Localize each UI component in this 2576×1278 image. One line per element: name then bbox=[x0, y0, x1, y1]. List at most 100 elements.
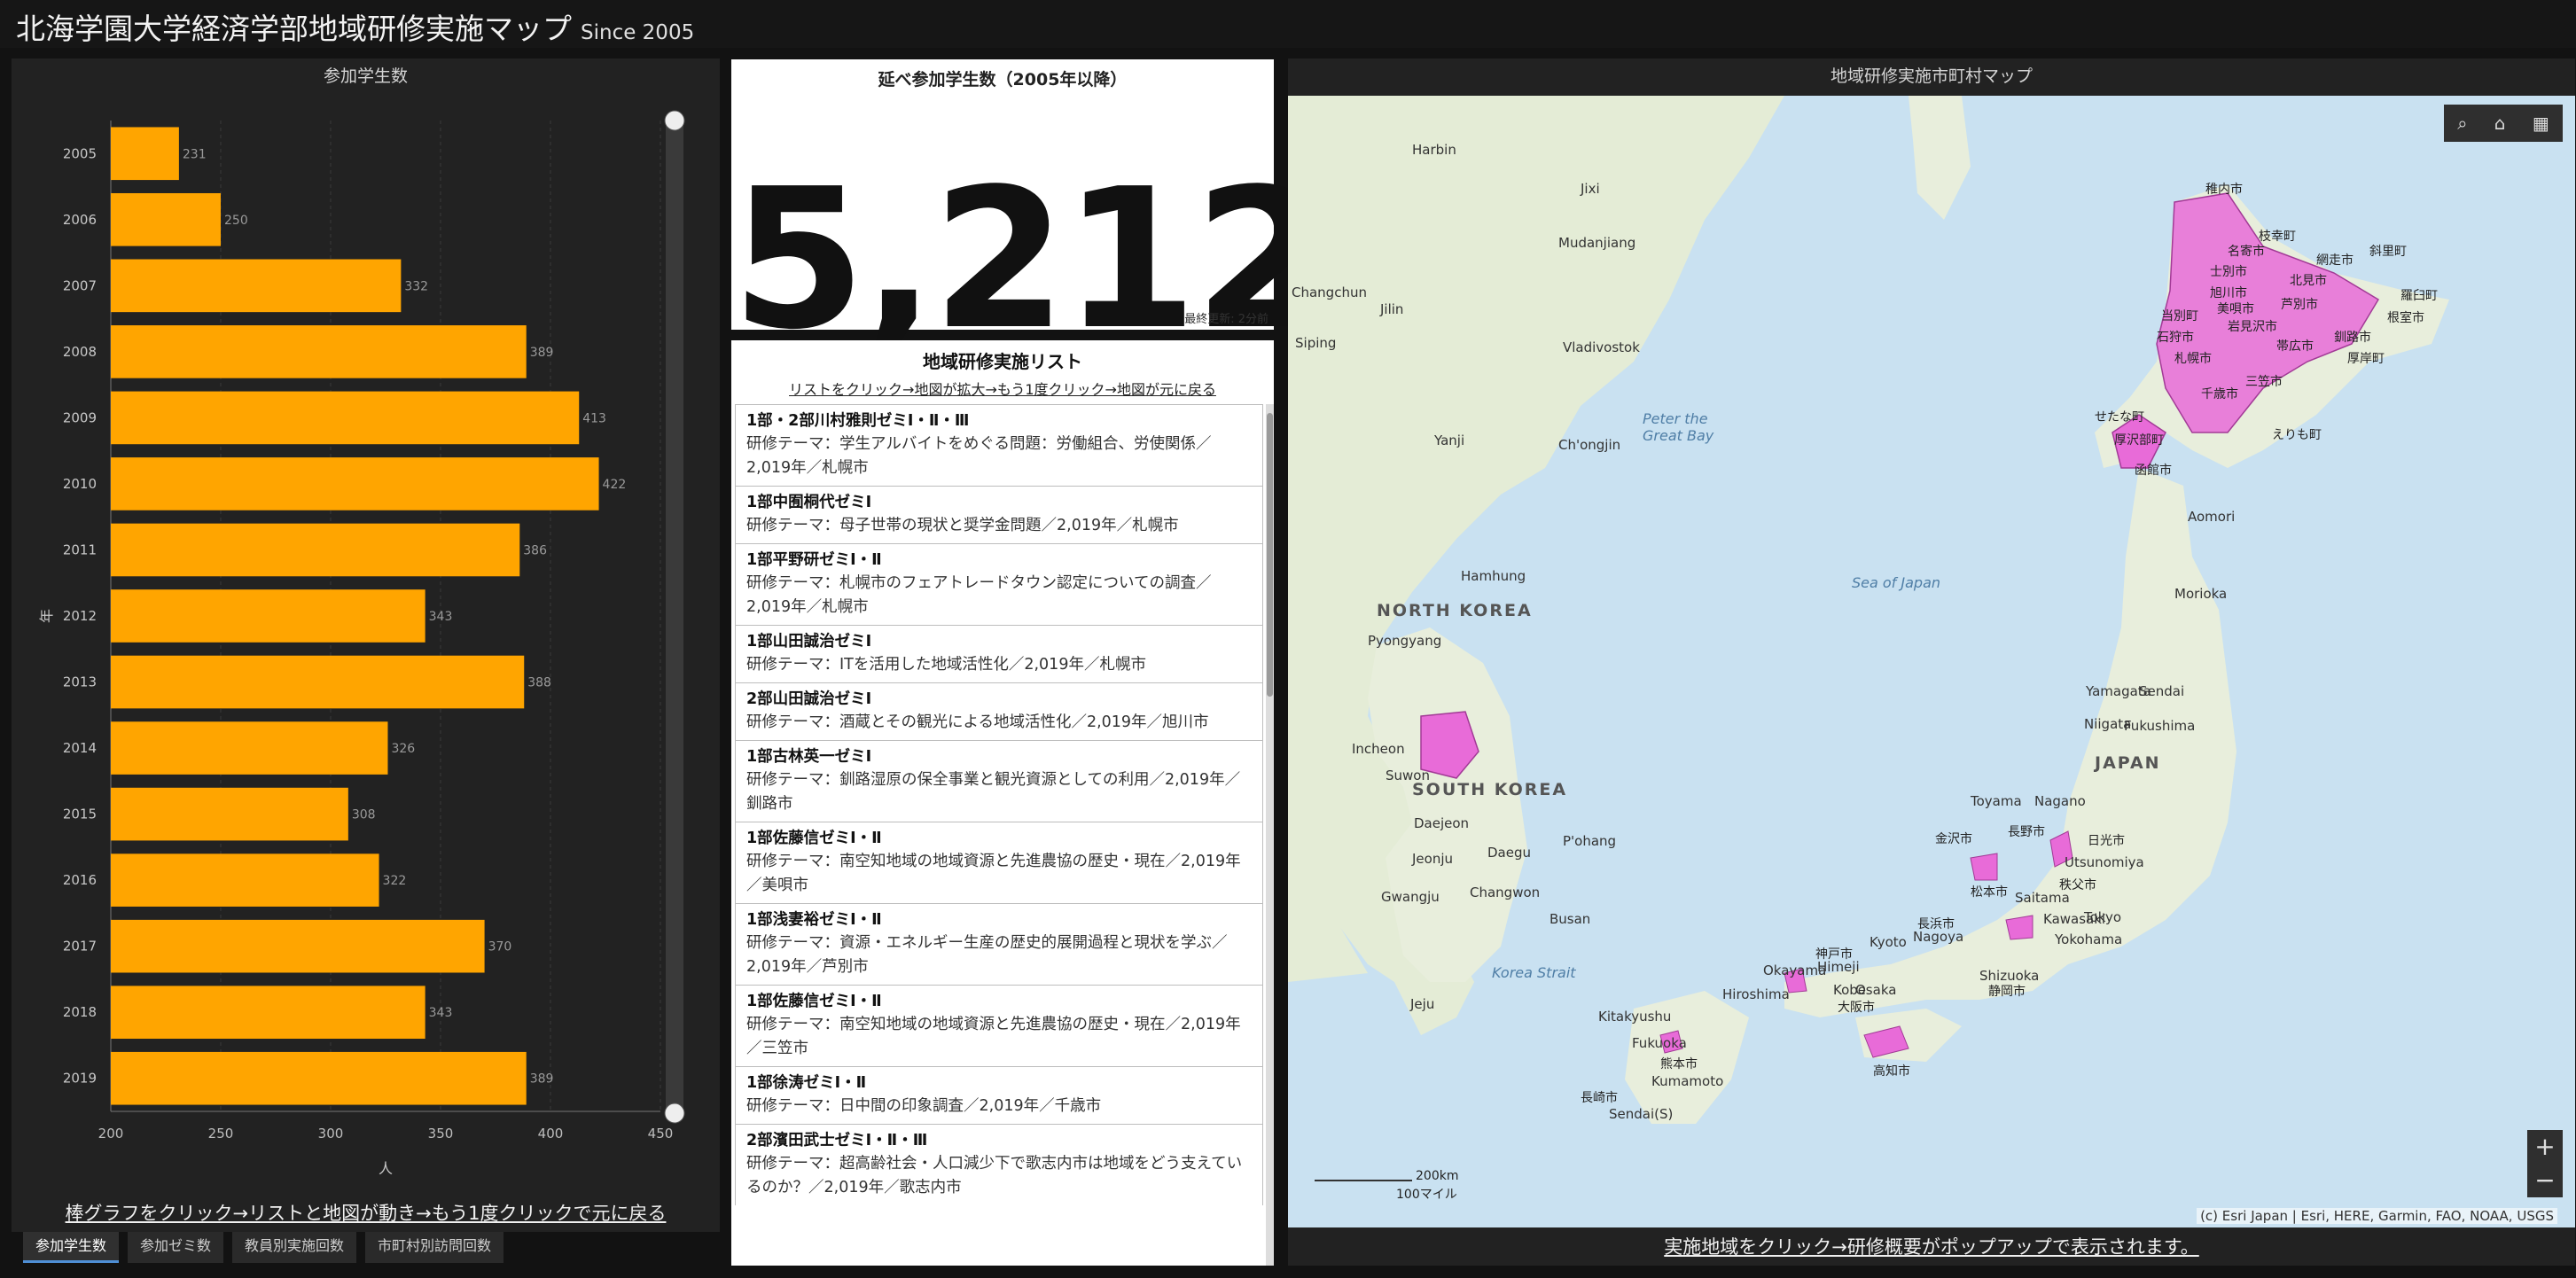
bar[interactable] bbox=[111, 589, 425, 643]
list-scrollbar-thumb[interactable] bbox=[1267, 413, 1273, 697]
tab-seminars[interactable]: 参加ゼミ数 bbox=[128, 1232, 224, 1263]
bar[interactable] bbox=[111, 457, 599, 510]
city-label: Fukushima bbox=[2124, 718, 2196, 734]
zoom-control: + − bbox=[2527, 1130, 2563, 1197]
list-item[interactable]: 1部古林英一ゼミⅠ 研修テーマ：釧路湿原の保全事業と観光資源としての利用／2,01… bbox=[735, 740, 1263, 822]
data-label: 343 bbox=[429, 610, 453, 624]
list-item-title: 1部浅妻裕ゼミⅠ・Ⅱ bbox=[746, 911, 882, 929]
tab-participants[interactable]: 参加学生数 bbox=[23, 1232, 120, 1263]
bar[interactable] bbox=[111, 391, 580, 445]
city-label: Pyongyang bbox=[1368, 633, 1442, 649]
list-item-desc: 研修テーマ：資源・エネルギー生産の歴史的展開過程と現状を学ぶ／2,019年／芦別… bbox=[746, 934, 1228, 976]
chart-instruction-link[interactable]: 棒グラフをクリック→リストと地図が動き→もう1度クリックで元に戻る bbox=[12, 1199, 720, 1226]
city-label: Kawasaki bbox=[2043, 911, 2106, 927]
list-hint: リストをクリック→地図が拡大→もう1度クリック→地図が元に戻る bbox=[789, 381, 1216, 398]
y-tick-label: 2015 bbox=[63, 807, 97, 822]
muni-label: 当別町 bbox=[2161, 309, 2198, 323]
honshu-highlight-3[interactable] bbox=[2005, 915, 2033, 940]
list-item[interactable]: 1部浅妻裕ゼミⅠ・Ⅱ 研修テーマ：資源・エネルギー生産の歴史的展開過程と現状を学ぶ… bbox=[735, 903, 1263, 985]
app-subtitle: Since 2005 bbox=[581, 21, 695, 44]
bar[interactable] bbox=[111, 655, 525, 709]
chart-tabbar: 参加学生数 参加ゼミ数 教員別実施回数 市町村別訪問回数 bbox=[23, 1232, 512, 1264]
data-label: 231 bbox=[183, 147, 207, 161]
bar[interactable] bbox=[111, 721, 388, 775]
data-label: 343 bbox=[429, 1006, 453, 1020]
muni-label: 名寄市 bbox=[2228, 245, 2265, 259]
scale-bar: 200km 100マイル bbox=[1315, 1169, 1465, 1203]
y-tick-label: 2005 bbox=[63, 145, 97, 161]
city-label: P'ohang bbox=[1563, 833, 1617, 849]
data-label: 386 bbox=[523, 543, 547, 557]
data-label: 389 bbox=[530, 346, 554, 360]
zoom-out-button[interactable]: − bbox=[2527, 1164, 2563, 1197]
muni-label: 岩見沢市 bbox=[2228, 320, 2277, 334]
tab-by-teacher[interactable]: 教員別実施回数 bbox=[232, 1232, 357, 1263]
zoom-in-button[interactable]: + bbox=[2527, 1130, 2563, 1164]
bar[interactable] bbox=[111, 853, 379, 907]
data-label: 388 bbox=[527, 676, 551, 690]
tab-by-municipality[interactable]: 市町村別訪問回数 bbox=[365, 1232, 504, 1263]
list-item-title: 2部山田誠治ゼミⅠ bbox=[746, 690, 872, 708]
bar[interactable] bbox=[111, 259, 402, 313]
bar[interactable] bbox=[111, 192, 221, 246]
bar[interactable] bbox=[111, 986, 425, 1040]
muni-label: 長浜市 bbox=[1917, 917, 1955, 931]
list-item-title: 1部中囿桐代ゼミⅠ bbox=[746, 494, 872, 511]
muni-label: 熊本市 bbox=[1660, 1057, 1698, 1071]
list-item[interactable]: 1部佐藤信ゼミⅠ・Ⅱ 研修テーマ：南空知地域の地域資源と先進農協の歴史・現在／2,… bbox=[735, 985, 1263, 1066]
bar[interactable] bbox=[111, 523, 520, 577]
bar[interactable] bbox=[111, 127, 179, 181]
y-tick-label: 2011 bbox=[63, 542, 97, 557]
list-item[interactable]: 1部・2部川村雅則ゼミⅠ・Ⅱ・Ⅲ 研修テーマ：学生アルバイトをめぐる問題：労働組合… bbox=[735, 404, 1263, 486]
city-label: Morioka bbox=[2174, 586, 2228, 602]
list-item[interactable]: 1部中囿桐代ゼミⅠ 研修テーマ：母子世帯の現状と奨学金問題／2,019年／札幌市 bbox=[735, 486, 1263, 543]
list-item[interactable]: 1部山田誠治ゼミⅠ 研修テーマ：ITを活用した地域活性化／2,019年／札幌市 bbox=[735, 625, 1263, 682]
list-item[interactable]: 2部山田誠治ゼミⅠ 研修テーマ：酒蔵とその観光による地域活性化／2,019年／旭川… bbox=[735, 682, 1263, 740]
city-label: Changchun bbox=[1292, 284, 1367, 300]
bar[interactable] bbox=[111, 919, 485, 973]
list-item-desc: 研修テーマ：日中間の印象調査／2,019年／千歳市 bbox=[746, 1097, 1102, 1115]
map-view[interactable]: NORTH KOREA SOUTH KOREA JAPAN Sea of Jap… bbox=[1288, 96, 2575, 1227]
bar[interactable] bbox=[111, 325, 527, 378]
muni-label: えりも町 bbox=[2272, 428, 2322, 442]
city-label: Jixi bbox=[1581, 181, 1600, 197]
search-icon[interactable]: ⌕ bbox=[2457, 113, 2467, 134]
y-tick-label: 2013 bbox=[63, 674, 97, 690]
muni-label: 日光市 bbox=[2088, 834, 2125, 848]
list-item[interactable]: 1部平野研ゼミⅠ・Ⅱ 研修テーマ：札幌市のフェアトレードタウン認定についての調査／… bbox=[735, 543, 1263, 625]
muni-label: 斜里町 bbox=[2369, 245, 2407, 259]
app-title-text: 北海学園大学経済学部地域研修実施マップ bbox=[16, 12, 572, 46]
muni-label: 大阪市 bbox=[1838, 1001, 1875, 1015]
list-item-desc: 研修テーマ：札幌市のフェアトレードタウン認定についての調査／2,019年／札幌市 bbox=[746, 574, 1212, 616]
list-item[interactable]: 2部濱田武士ゼミⅠ・Ⅱ・Ⅲ 研修テーマ：超高齢社会・人口減少下で歌志内市は地域をど… bbox=[735, 1124, 1263, 1205]
list-item-desc: 研修テーマ：釧路湿原の保全事業と観光資源としての利用／2,019年／釧路市 bbox=[746, 771, 1241, 813]
bar[interactable] bbox=[111, 787, 348, 841]
list-item-desc: 研修テーマ：超高齢社会・人口減少下で歌志内市は地域をどう支えているのか？／2,0… bbox=[746, 1155, 1243, 1196]
map-title: 地域研修実施市町村マップ bbox=[1830, 66, 2033, 86]
data-label: 422 bbox=[603, 478, 627, 492]
city-label: Jeju bbox=[1410, 996, 1435, 1012]
map-attribution: (c) Esri Japan | Esri, HERE, Garmin, FAO… bbox=[2197, 1208, 2557, 1224]
range-slider-handle-top[interactable] bbox=[664, 110, 685, 131]
range-slider-handle-bottom[interactable] bbox=[664, 1103, 685, 1124]
city-label: Nagano bbox=[2034, 793, 2086, 809]
y-tick-label: 2012 bbox=[63, 608, 97, 624]
city-label: Gwangju bbox=[1381, 889, 1440, 905]
home-icon[interactable]: ⌂ bbox=[2494, 113, 2506, 134]
list-item-title: 1部佐藤信ゼミⅠ・Ⅱ bbox=[746, 830, 882, 847]
basemap-gallery-icon[interactable]: ▦ bbox=[2533, 113, 2549, 134]
list-item[interactable]: 1部佐藤信ゼミⅠ・Ⅱ 研修テーマ：南空知地域の地域資源と先進農協の歴史・現在／2,… bbox=[735, 822, 1263, 903]
city-label: Jilin bbox=[1380, 301, 1404, 317]
training-list-panel: 地域研修実施リスト リストをクリック→地図が拡大→もう1度クリック→地図が元に戻… bbox=[731, 340, 1274, 1266]
bar[interactable] bbox=[111, 1051, 527, 1105]
label-north-korea: NORTH KOREA bbox=[1377, 601, 1533, 620]
x-tick-label: 400 bbox=[538, 1126, 564, 1142]
muni-label: 帯広市 bbox=[2276, 339, 2314, 354]
list-scrollbar[interactable] bbox=[1266, 404, 1274, 1266]
range-slider-track[interactable] bbox=[666, 121, 683, 1113]
honshu-highlight-2[interactable] bbox=[1970, 853, 1998, 881]
x-tick-label: 350 bbox=[428, 1126, 454, 1142]
list-item[interactable]: 1部徐涛ゼミⅠ・Ⅱ 研修テーマ：日中間の印象調査／2,019年／千歳市 bbox=[735, 1066, 1263, 1124]
list-item-desc: 研修テーマ：南空知地域の地域資源と先進農協の歴史・現在／2,019年／三笠市 bbox=[746, 1016, 1241, 1057]
map-instruction-link[interactable]: 実施地域をクリック→研修概要がポップアップで表示されます。 bbox=[1288, 1233, 2575, 1259]
